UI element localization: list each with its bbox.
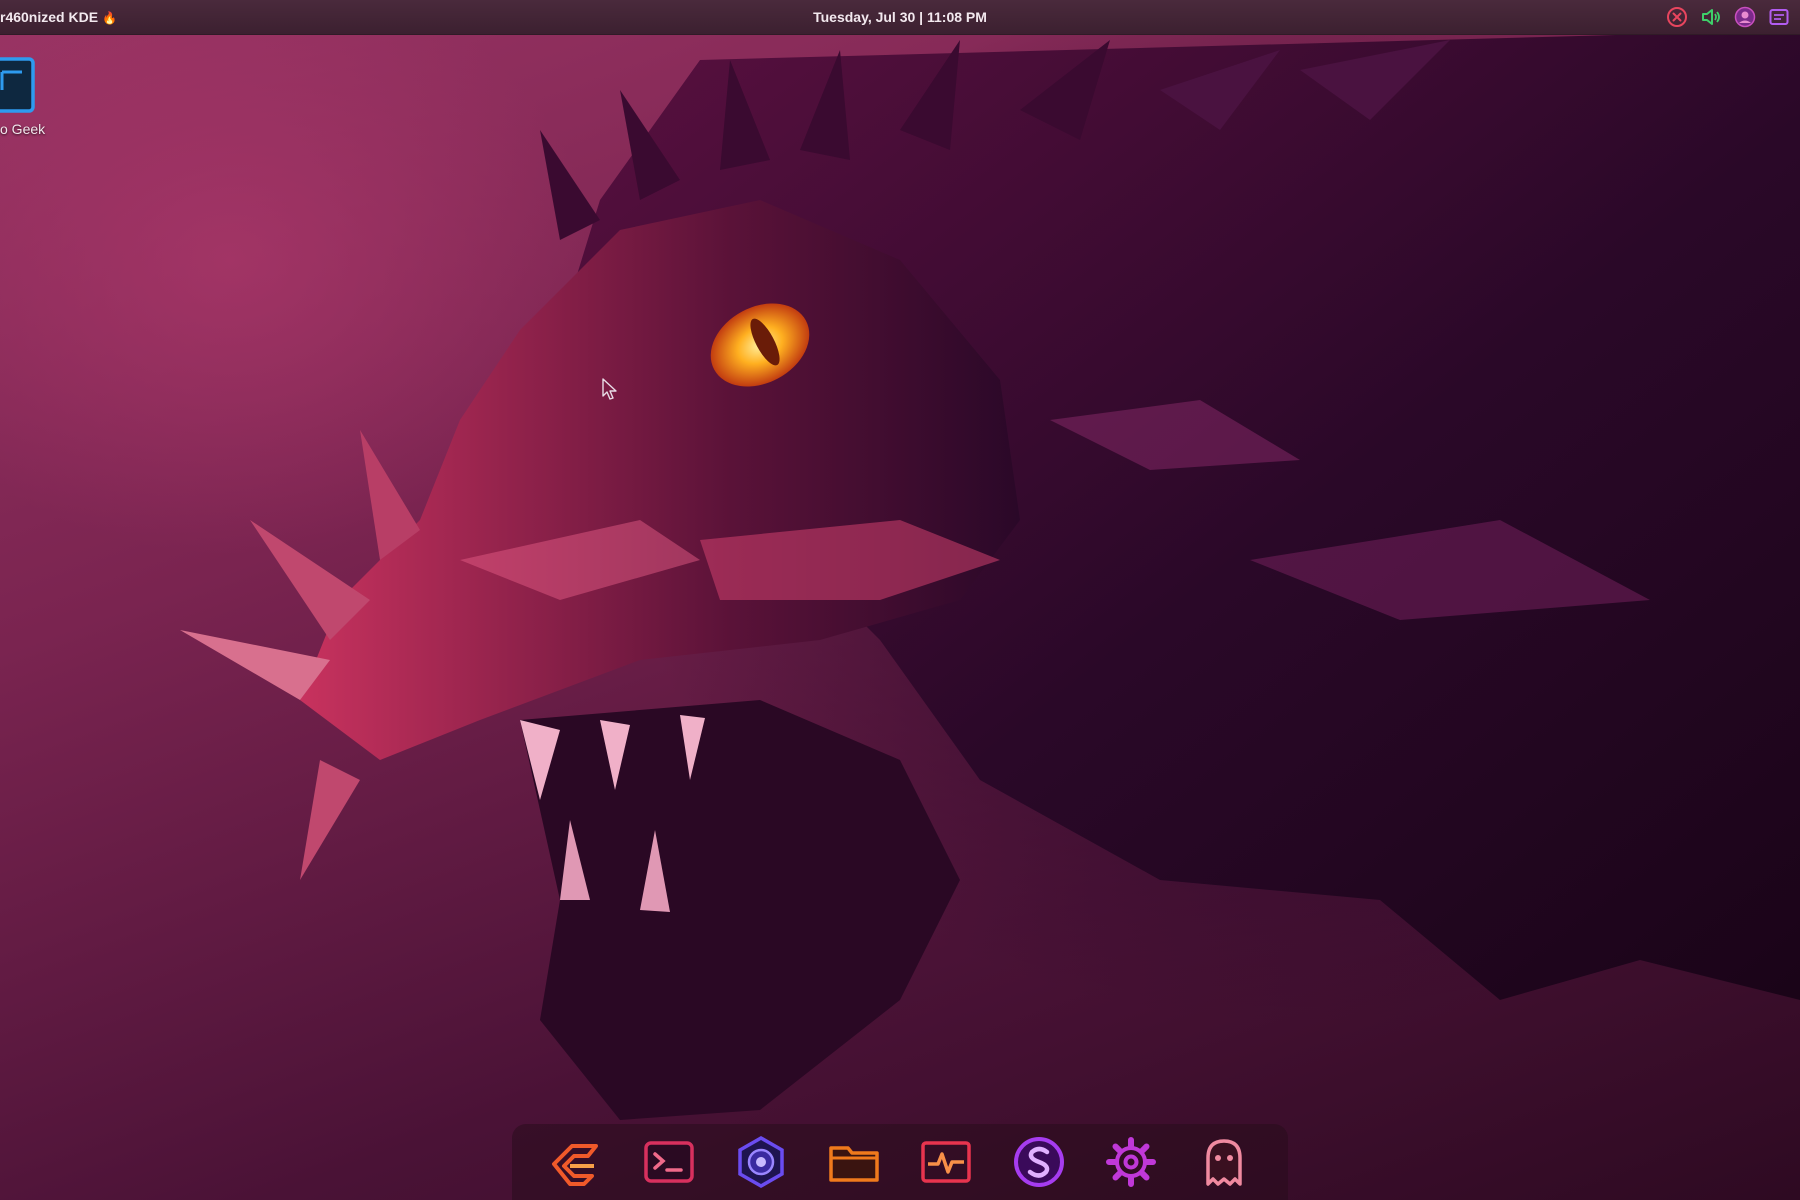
pulse-icon: [921, 1141, 971, 1183]
panel-clock[interactable]: Tuesday, Jul 30 | 11:08 PM: [0, 9, 1800, 25]
s-circle-icon: [1013, 1137, 1064, 1187]
dock-item-browser[interactable]: [730, 1131, 792, 1193]
volume-icon[interactable]: [1700, 6, 1722, 28]
dragon-wallpaper-art: [180, 30, 1800, 1120]
close-circle-icon[interactable]: [1666, 6, 1688, 28]
desktop-icon-label: o Geek: [0, 121, 46, 137]
system-tray: [1666, 6, 1790, 28]
hexagon-globe-icon: [738, 1135, 784, 1189]
dock-item-settings[interactable]: [1100, 1131, 1162, 1193]
ghost-icon: [1206, 1139, 1242, 1186]
top-panel: r460nized KDE 🔥 Tuesday, Jul 30 | 11:08 P…: [0, 0, 1800, 35]
launcher-logo-icon: [552, 1144, 599, 1186]
dock: [512, 1124, 1288, 1200]
folder-icon: [829, 1146, 879, 1182]
mouse-cursor-icon: [602, 378, 617, 400]
user-avatar-icon[interactable]: [1734, 6, 1756, 28]
gear-icon: [1106, 1137, 1157, 1187]
dock-item-store[interactable]: [1008, 1131, 1070, 1193]
folder-frame-icon: [0, 57, 35, 113]
dock-item-system-monitor[interactable]: [915, 1131, 977, 1193]
terminal-icon: [644, 1141, 694, 1183]
dock-item-app-launcher[interactable]: [545, 1131, 607, 1193]
window-list-icon[interactable]: [1768, 6, 1790, 28]
dock-item-ghost-app[interactable]: [1193, 1131, 1255, 1193]
dock-item-terminal[interactable]: [638, 1131, 700, 1193]
dock-item-file-manager[interactable]: [823, 1131, 885, 1193]
